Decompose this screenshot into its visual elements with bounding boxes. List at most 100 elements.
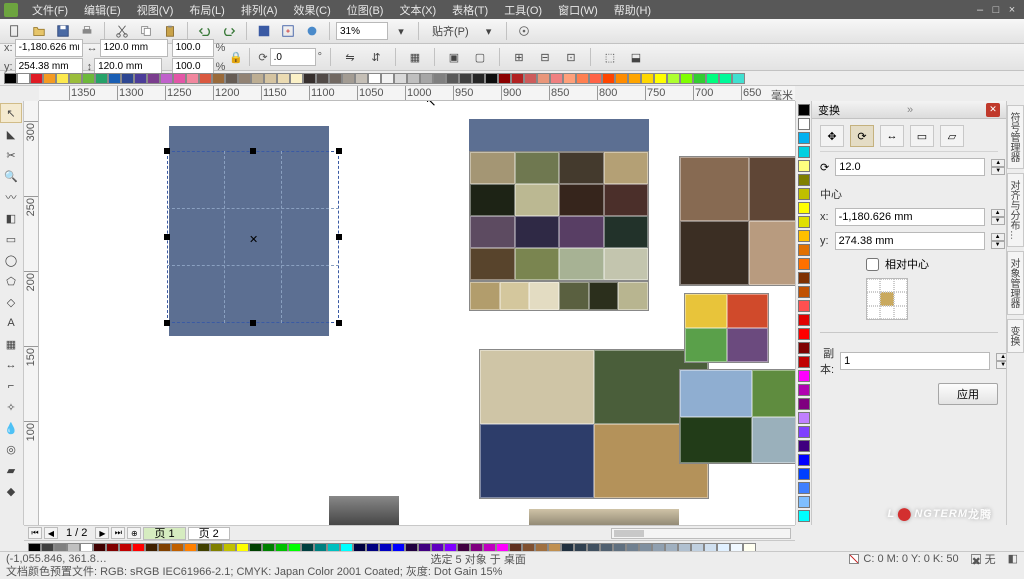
combine-button[interactable]: ⬚ (599, 47, 621, 67)
color-swatch[interactable] (108, 73, 121, 84)
color-swatch[interactable] (199, 73, 212, 84)
color-swatch[interactable] (511, 73, 524, 84)
color-swatch[interactable] (303, 73, 316, 84)
color-swatch[interactable] (420, 73, 433, 84)
interactive-tool[interactable]: ✧ (0, 397, 22, 417)
color-swatch[interactable] (459, 73, 472, 84)
relative-center-checkbox[interactable] (866, 258, 879, 271)
options-button[interactable] (513, 21, 535, 41)
color-swatch[interactable] (615, 73, 628, 84)
rotate-angle-spinner[interactable]: ▲▼ (991, 159, 1005, 175)
lock-ratio-icon[interactable]: 🔒 (229, 47, 241, 67)
page-tab-1[interactable]: 页 1 (143, 527, 185, 540)
color-swatch[interactable] (798, 398, 810, 410)
page-last-button[interactable]: ⏭ (111, 527, 125, 539)
photo-bw-strip[interactable] (529, 509, 679, 525)
color-swatch[interactable] (798, 482, 810, 494)
origin-anchor-grid[interactable] (866, 278, 908, 320)
page-tab-2[interactable]: 页 2 (188, 527, 230, 540)
order-front-button[interactable]: ▣ (443, 47, 465, 67)
mirror-h-button[interactable]: ⇋ (339, 47, 361, 67)
color-swatch[interactable] (43, 73, 56, 84)
center-y-spinner[interactable]: ▲▼ (991, 233, 1005, 249)
color-swatch[interactable] (485, 73, 498, 84)
menu-layout[interactable]: 布局(L) (181, 2, 232, 18)
color-swatch[interactable] (446, 73, 459, 84)
color-swatch[interactable] (368, 73, 381, 84)
ruler-vertical[interactable]: 300250200150100 (24, 101, 39, 525)
maximize-button[interactable]: □ (988, 4, 1004, 16)
color-swatch[interactable] (798, 468, 810, 480)
color-swatch[interactable] (798, 426, 810, 438)
color-swatch[interactable] (798, 440, 810, 452)
panel-close-button[interactable]: ✕ (986, 103, 1000, 117)
color-swatch[interactable] (264, 73, 277, 84)
color-swatch[interactable] (160, 73, 173, 84)
rotation-input[interactable] (270, 48, 316, 66)
color-swatch[interactable] (225, 73, 238, 84)
pick-tool[interactable]: ↖ (0, 103, 22, 123)
horizontal-scrollbar[interactable] (611, 528, 791, 539)
publish-button[interactable] (301, 21, 323, 41)
color-swatch[interactable] (472, 73, 485, 84)
color-swatch[interactable] (732, 73, 745, 84)
color-swatch[interactable] (798, 328, 810, 340)
selection-frame[interactable]: ✕ (167, 151, 339, 323)
menu-window[interactable]: 窗口(W) (550, 2, 606, 18)
color-swatch[interactable] (667, 73, 680, 84)
color-swatch[interactable] (798, 342, 810, 354)
eyedropper-tool[interactable]: 💧 (0, 418, 22, 438)
photo-bw-small[interactable] (329, 496, 399, 525)
pos-x-input[interactable] (15, 39, 83, 57)
menu-arrange[interactable]: 排列(A) (233, 2, 286, 18)
rotate-angle-input[interactable] (835, 158, 985, 176)
interactive-fill-tool[interactable]: ◆ (0, 481, 22, 501)
color-picker-icon[interactable]: ◧ (1008, 552, 1018, 565)
color-swatch[interactable] (498, 73, 511, 84)
color-swatch[interactable] (798, 244, 810, 256)
color-swatch[interactable] (798, 202, 810, 214)
snap-button[interactable]: 贴齐(P) (425, 21, 476, 41)
color-swatch[interactable] (798, 160, 810, 172)
tab-skew[interactable]: ▱ (940, 125, 964, 147)
menu-view[interactable]: 视图(V) (129, 2, 182, 18)
color-swatch[interactable] (121, 73, 134, 84)
break-button[interactable]: ⬓ (625, 47, 647, 67)
color-swatch[interactable] (550, 73, 563, 84)
center-x-input[interactable] (835, 208, 985, 226)
smart-fill-tool[interactable]: ◧ (0, 208, 22, 228)
dock-tab-align[interactable]: 对齐与分布… (1007, 173, 1024, 247)
center-y-input[interactable] (835, 232, 985, 250)
fill-tool[interactable]: ▰ (0, 460, 22, 480)
color-swatch[interactable] (277, 73, 290, 84)
menu-effects[interactable]: 效果(C) (286, 2, 339, 18)
color-swatch[interactable] (316, 73, 329, 84)
color-swatch[interactable] (95, 73, 108, 84)
color-swatch[interactable] (693, 73, 706, 84)
color-swatch[interactable] (798, 286, 810, 298)
color-swatch[interactable] (798, 132, 810, 144)
dock-tab-symbols[interactable]: 符号管理器 (1007, 105, 1024, 169)
color-swatch[interactable] (798, 496, 810, 508)
color-swatch[interactable] (342, 73, 355, 84)
text-tool[interactable]: A (0, 313, 22, 333)
page-next-button[interactable]: ▶ (95, 527, 109, 539)
shape-tool[interactable]: ◣ (0, 124, 22, 144)
color-swatch[interactable] (69, 73, 82, 84)
color-swatch[interactable] (798, 510, 810, 522)
menu-help[interactable]: 帮助(H) (606, 2, 659, 18)
color-swatch[interactable] (798, 216, 810, 228)
tab-scale[interactable]: ↔ (880, 125, 904, 147)
color-swatch[interactable] (798, 258, 810, 270)
color-swatch[interactable] (251, 73, 264, 84)
color-swatch[interactable] (654, 73, 667, 84)
photo-strip[interactable] (469, 281, 649, 311)
color-swatch[interactable] (82, 73, 95, 84)
color-swatch[interactable] (433, 73, 446, 84)
color-swatch[interactable] (798, 384, 810, 396)
export-button[interactable] (277, 21, 299, 41)
minimize-button[interactable]: – (972, 4, 988, 16)
rectangle-tool[interactable]: ▭ (0, 229, 22, 249)
color-swatch[interactable] (407, 73, 420, 84)
zoom-dropdown-icon[interactable]: ▾ (390, 21, 412, 41)
